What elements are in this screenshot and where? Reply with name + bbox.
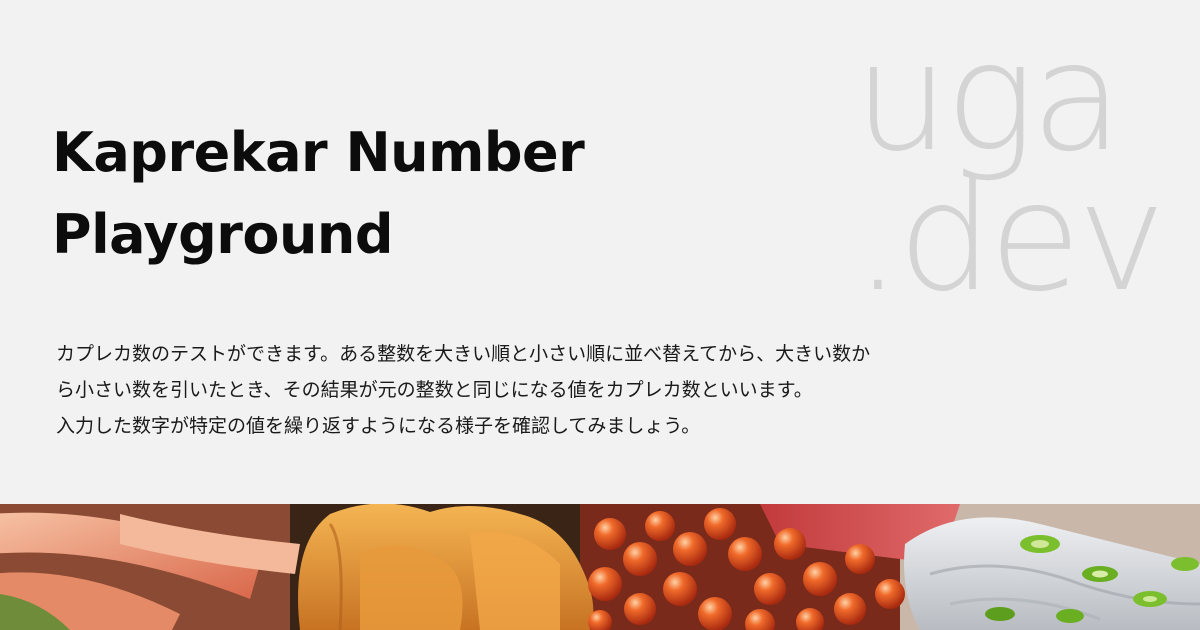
brand-logo: uga .dev (854, 11, 1166, 325)
seafood-illustration (0, 504, 1200, 630)
description-line-3: 入力した数字が特定の値を繰り返すようになる様子を確認してみましょう。 (56, 415, 701, 437)
brand-line-2: .dev (854, 151, 1166, 325)
seafood-photo (0, 504, 1200, 630)
brand-line-1: uga (854, 11, 1123, 185)
description-line-2: ら小さい数を引いたとき、その結果が元の整数と同じになる値をカプレカ数といいます。 (56, 379, 813, 401)
page-title: Kaprekar Number Playground (52, 112, 752, 276)
title-line-2: Playground (52, 203, 394, 266)
description-line-1: カプレカ数のテストができます。ある整数を大きい順と小さい順に並べ替えてから、大き… (56, 343, 871, 365)
title-line-1: Kaprekar Number (52, 121, 585, 184)
description: カプレカ数のテストができます。ある整数を大きい順と小さい順に並べ替えてから、大き… (56, 336, 1156, 444)
